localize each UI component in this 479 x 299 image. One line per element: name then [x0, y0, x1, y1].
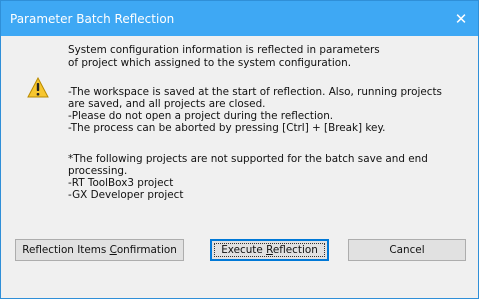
dialog-title: Parameter Batch Reflection [10, 12, 175, 26]
cancel-button[interactable]: Cancel [348, 239, 466, 261]
message-line: System configuration information is refl… [68, 44, 380, 56]
warning-icon [27, 77, 49, 98]
message-line: -Please do not open a project during the… [68, 110, 334, 122]
mnemonic-c: C [109, 244, 117, 256]
execute-reflection-button[interactable]: Execute Reflection [210, 239, 329, 261]
message-line: -GX Developer project [68, 189, 184, 201]
message-line: processing. [68, 165, 128, 177]
button-label-part: eflection [272, 244, 318, 256]
close-icon: ✕ [454, 10, 468, 28]
button-label-part: Reflection Items [22, 244, 110, 256]
message-line: -The workspace is saved at the start of … [68, 86, 442, 98]
message-line: of project which assigned to the system … [68, 57, 351, 69]
button-label-part: Execute [221, 244, 267, 256]
close-button[interactable]: ✕ [450, 9, 472, 29]
message-line: are saved, and all projects are closed. [68, 98, 266, 110]
button-label-part: onfirmation [116, 244, 177, 256]
message-line: -The process can be aborted by pressing … [68, 122, 386, 134]
message-line: *The following projects are not supporte… [68, 153, 428, 165]
mnemonic-r: R [266, 244, 273, 256]
parameter-batch-reflection-dialog: Parameter Batch Reflection ✕ System conf… [0, 0, 479, 299]
reflection-items-confirmation-button[interactable]: Reflection Items Confirmation [15, 239, 184, 261]
message-line: -RT ToolBox3 project [68, 177, 174, 189]
title-bar[interactable]: Parameter Batch Reflection ✕ [1, 1, 478, 36]
